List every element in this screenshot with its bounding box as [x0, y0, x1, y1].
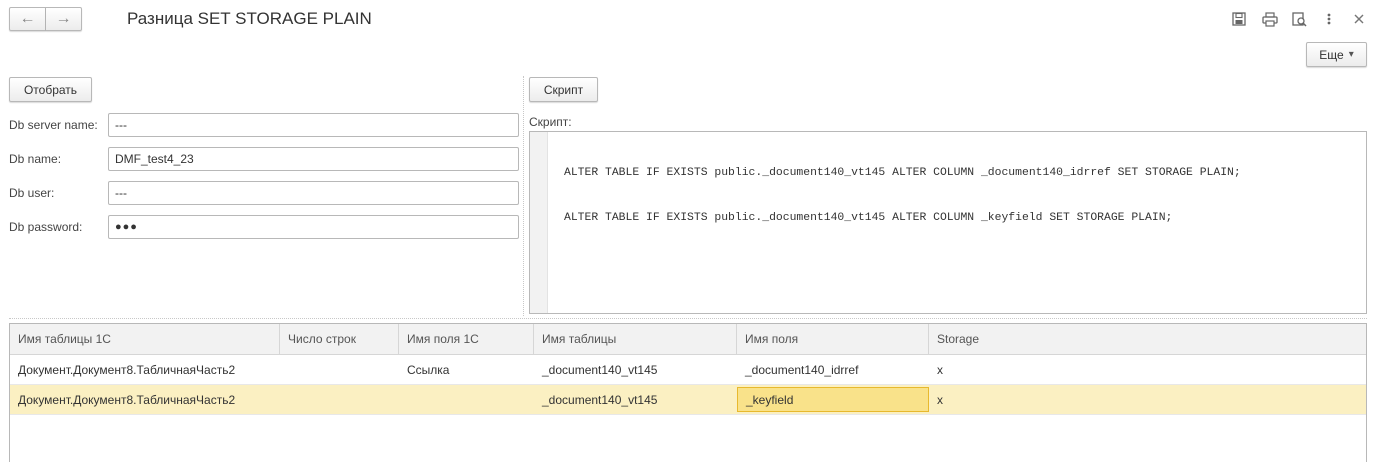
- chevron-down-icon: ▾: [1348, 49, 1354, 60]
- arrow-left-icon: ←: [19, 10, 36, 27]
- script-label: Скрипт:: [529, 115, 572, 129]
- more-vertical-icon[interactable]: [1320, 10, 1338, 28]
- print-icon[interactable]: [1261, 10, 1279, 28]
- preview-icon[interactable]: [1290, 10, 1308, 28]
- page-title: Разница SET STORAGE PLAIN: [127, 9, 372, 28]
- table-row[interactable]: Документ.Документ8.ТабличнаяЧасть2 Ссылк…: [10, 355, 1366, 385]
- table-cell-current[interactable]: _keyfield: [737, 387, 929, 412]
- column-header[interactable]: Имя поля: [737, 324, 929, 354]
- section-divider: [9, 318, 1367, 319]
- editor-gutter: [530, 132, 548, 313]
- back-button[interactable]: ←: [9, 7, 46, 31]
- db-server-name-input[interactable]: [108, 113, 519, 137]
- more-button[interactable]: Еще ▾: [1306, 42, 1367, 67]
- column-header[interactable]: Storage: [929, 324, 1366, 354]
- db-user-input[interactable]: [108, 181, 519, 205]
- table-cell[interactable]: Документ.Документ8.ТабличнаяЧасть2: [10, 385, 280, 414]
- select-button[interactable]: Отобрать: [9, 77, 92, 102]
- db-password-input[interactable]: ●●●: [108, 215, 519, 239]
- table-cell[interactable]: _document140_idrref: [737, 355, 929, 384]
- table-cell[interactable]: [280, 355, 399, 384]
- column-divider: [523, 76, 524, 316]
- script-line: ALTER TABLE IF EXISTS public._document14…: [564, 212, 1173, 224]
- table-row-selected[interactable]: Документ.Документ8.ТабличнаяЧасть2 _docu…: [10, 385, 1366, 415]
- db-user-label: Db user:: [9, 186, 55, 200]
- script-button[interactable]: Скрипт: [529, 77, 598, 102]
- table-cell[interactable]: x: [929, 385, 1366, 414]
- column-header[interactable]: Имя таблицы 1С: [10, 324, 280, 354]
- arrow-right-icon: →: [55, 10, 72, 27]
- navigation-buttons: ← →: [9, 7, 82, 31]
- script-editor[interactable]: ALTER TABLE IF EXISTS public._document14…: [529, 131, 1367, 314]
- table-header: Имя таблицы 1С Число строк Имя поля 1С И…: [10, 324, 1366, 355]
- column-header[interactable]: Имя поля 1С: [399, 324, 534, 354]
- save-icon[interactable]: [1230, 10, 1248, 28]
- table-cell[interactable]: Ссылка: [399, 355, 534, 384]
- table-cell[interactable]: Документ.Документ8.ТабличнаяЧасть2: [10, 355, 280, 384]
- db-password-label: Db password:: [9, 220, 83, 234]
- db-server-name-label: Db server name:: [9, 118, 98, 132]
- table-cell[interactable]: [399, 385, 534, 414]
- script-line: ALTER TABLE IF EXISTS public._document14…: [564, 167, 1241, 179]
- close-icon[interactable]: [1350, 10, 1368, 28]
- db-name-label: Db name:: [9, 152, 62, 166]
- forward-button[interactable]: →: [46, 7, 82, 31]
- column-header[interactable]: Число строк: [280, 324, 399, 354]
- table-cell[interactable]: [280, 385, 399, 414]
- more-button-label: Еще: [1319, 47, 1344, 62]
- db-name-input[interactable]: [108, 147, 519, 171]
- column-header[interactable]: Имя таблицы: [534, 324, 737, 354]
- diff-table[interactable]: Имя таблицы 1С Число строк Имя поля 1С И…: [9, 323, 1367, 462]
- script-text: ALTER TABLE IF EXISTS public._document14…: [564, 136, 1241, 256]
- table-cell[interactable]: _document140_vt145: [534, 355, 737, 384]
- table-cell[interactable]: x: [929, 355, 1366, 384]
- table-cell[interactable]: _document140_vt145: [534, 385, 737, 414]
